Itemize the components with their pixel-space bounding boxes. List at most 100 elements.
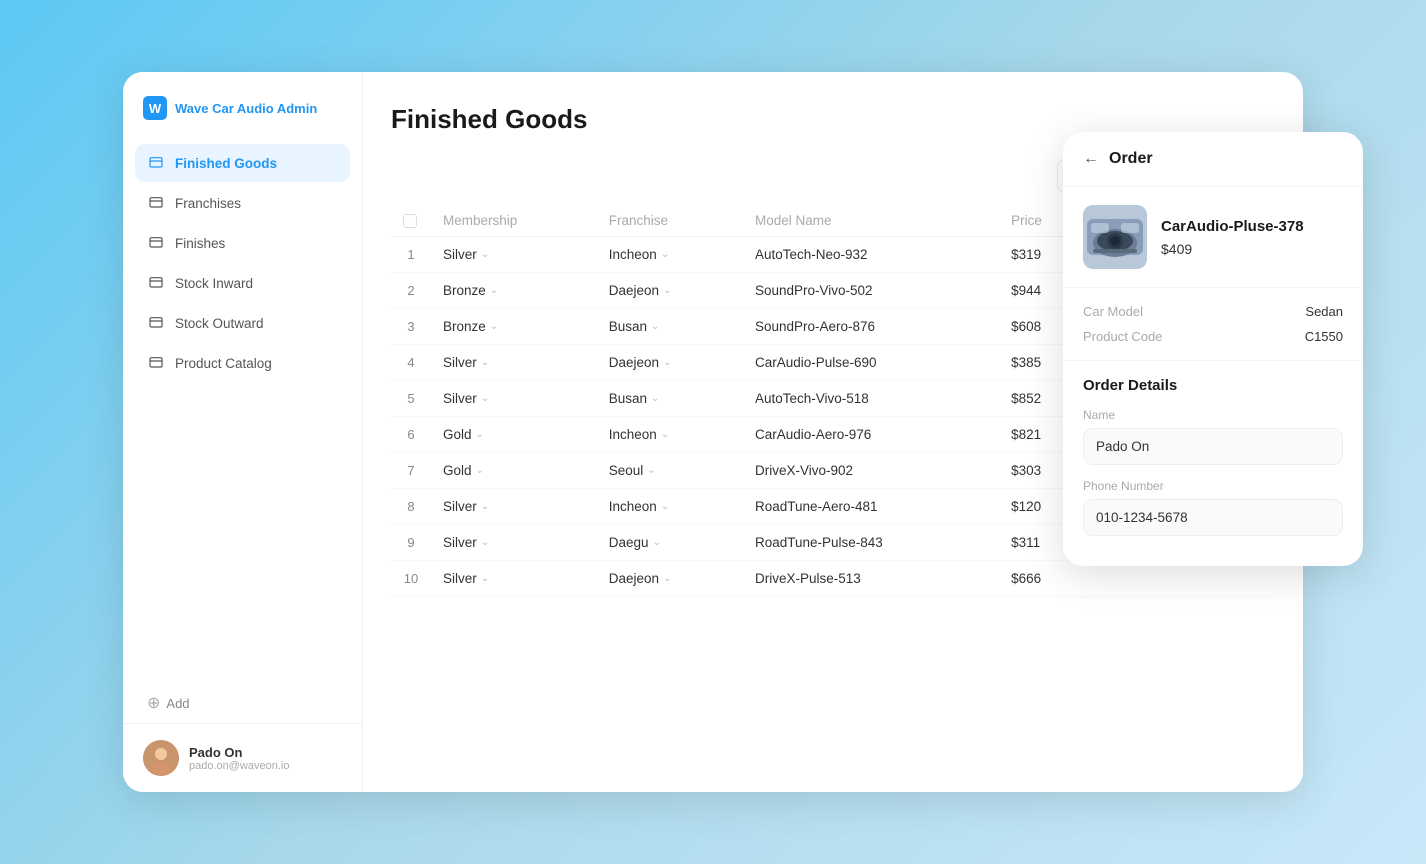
row-membership: Silver ⌄ — [431, 525, 597, 561]
row-num: 5 — [391, 381, 431, 417]
sidebar-item-finishes[interactable]: Finishes — [135, 224, 350, 262]
nav-items: Finished Goods Franchises Finishes — [123, 144, 362, 675]
row-franchise: Incheon ⌄ — [597, 417, 743, 453]
sidebar-item-label-product-catalog: Product Catalog — [175, 356, 272, 371]
sidebar-item-label-stock-outward: Stock Outward — [175, 316, 264, 331]
back-button[interactable]: ← — [1083, 150, 1099, 168]
car-model-row: Car Model Sedan — [1083, 304, 1343, 319]
row-franchise: Daejeon ⌄ — [597, 561, 743, 597]
row-franchise: Daejeon ⌄ — [597, 273, 743, 309]
sidebar-item-label-franchises: Franchises — [175, 196, 241, 211]
order-meta: Car Model Sedan Product Code C1550 — [1063, 288, 1363, 361]
franchise-chevron[interactable]: ⌄ — [663, 285, 671, 296]
sidebar-item-finished-goods[interactable]: Finished Goods — [135, 144, 350, 182]
membership-chevron[interactable]: ⌄ — [481, 537, 489, 548]
select-all-checkbox[interactable] — [403, 214, 417, 228]
product-thumbnail — [1083, 205, 1147, 269]
row-membership: Bronze ⌄ — [431, 309, 597, 345]
row-membership: Silver ⌄ — [431, 345, 597, 381]
membership-chevron[interactable]: ⌄ — [481, 357, 489, 368]
row-franchise: Seoul ⌄ — [597, 453, 743, 489]
row-num: 8 — [391, 489, 431, 525]
row-membership: Silver ⌄ — [431, 489, 597, 525]
membership-chevron[interactable]: ⌄ — [481, 573, 489, 584]
franchises-icon — [147, 194, 165, 212]
row-franchise: Incheon ⌄ — [597, 237, 743, 273]
col-franchise: Franchise — [597, 205, 743, 237]
finishes-icon — [147, 234, 165, 252]
row-franchise: Busan ⌄ — [597, 381, 743, 417]
membership-chevron[interactable]: ⌄ — [476, 429, 484, 440]
sidebar-item-label-stock-inward: Stock Inward — [175, 276, 253, 291]
product-catalog-icon — [147, 354, 165, 372]
stock-outward-icon — [147, 314, 165, 332]
brand-name: Wave Car Audio Admin — [175, 101, 317, 116]
row-model: RoadTune-Aero-481 — [743, 489, 999, 525]
row-membership: Gold ⌄ — [431, 417, 597, 453]
sidebar-item-label-finishes: Finishes — [175, 236, 225, 251]
row-model: RoadTune-Pulse-843 — [743, 525, 999, 561]
phone-input[interactable] — [1083, 499, 1343, 536]
car-model-label: Car Model — [1083, 304, 1143, 319]
brand-icon: W — [143, 96, 167, 120]
col-model: Model Name — [743, 205, 999, 237]
franchise-chevron[interactable]: ⌄ — [651, 393, 659, 404]
product-code-label: Product Code — [1083, 329, 1163, 344]
franchise-chevron[interactable]: ⌄ — [661, 249, 669, 260]
order-product: CarAudio-Pluse-378 $409 — [1063, 187, 1363, 288]
row-franchise: Incheon ⌄ — [597, 489, 743, 525]
row-price: $666 — [999, 561, 1091, 597]
row-franchise: Daegu ⌄ — [597, 525, 743, 561]
sidebar-item-stock-inward[interactable]: Stock Inward — [135, 264, 350, 302]
car-model-value: Sedan — [1305, 304, 1343, 319]
membership-chevron[interactable]: ⌄ — [481, 501, 489, 512]
membership-chevron[interactable]: ⌄ — [476, 465, 484, 476]
sidebar-footer: Pado On pado.on@waveon.io — [123, 723, 362, 792]
franchise-chevron[interactable]: ⌄ — [661, 501, 669, 512]
sidebar-item-franchises[interactable]: Franchises — [135, 184, 350, 222]
product-info: CarAudio-Pluse-378 $409 — [1161, 217, 1304, 257]
user-info: Pado On pado.on@waveon.io — [189, 745, 342, 772]
order-title: Order — [1109, 150, 1153, 168]
user-email: pado.on@waveon.io — [189, 760, 342, 772]
row-num: 9 — [391, 525, 431, 561]
col-membership: Membership — [431, 205, 597, 237]
row-model: AutoTech-Neo-932 — [743, 237, 999, 273]
name-input[interactable] — [1083, 428, 1343, 465]
row-membership: Silver ⌄ — [431, 561, 597, 597]
stock-inward-icon — [147, 274, 165, 292]
add-label: Add — [166, 696, 189, 711]
row-franchise: Daejeon ⌄ — [597, 345, 743, 381]
franchise-chevron[interactable]: ⌄ — [661, 429, 669, 440]
product-name: CarAudio-Pluse-378 — [1161, 217, 1304, 237]
phone-label: Phone Number — [1083, 479, 1343, 493]
membership-chevron[interactable]: ⌄ — [490, 321, 498, 332]
membership-chevron[interactable]: ⌄ — [481, 393, 489, 404]
franchise-chevron[interactable]: ⌄ — [653, 537, 661, 548]
row-model: CarAudio-Aero-976 — [743, 417, 999, 453]
sidebar-item-product-catalog[interactable]: Product Catalog — [135, 344, 350, 382]
row-num: 4 — [391, 345, 431, 381]
franchise-chevron[interactable]: ⌄ — [663, 573, 671, 584]
finished-goods-icon — [147, 154, 165, 172]
franchise-chevron[interactable]: ⌄ — [647, 465, 655, 476]
row-model: SoundPro-Vivo-502 — [743, 273, 999, 309]
row-membership: Gold ⌄ — [431, 453, 597, 489]
row-franchise: Busan ⌄ — [597, 309, 743, 345]
franchise-chevron[interactable]: ⌄ — [663, 357, 671, 368]
add-button[interactable]: ⊕ Add — [123, 683, 362, 723]
row-membership: Bronze ⌄ — [431, 273, 597, 309]
franchise-chevron[interactable]: ⌄ — [651, 321, 659, 332]
product-price: $409 — [1161, 241, 1304, 257]
row-model: SoundPro-Aero-876 — [743, 309, 999, 345]
order-panel: ← Order CarAudio-Pluse-378 — [1063, 132, 1363, 566]
details-title: Order Details — [1083, 377, 1343, 394]
sidebar-item-label-finished-goods: Finished Goods — [175, 156, 277, 171]
product-code-value: C1550 — [1305, 329, 1343, 344]
avatar — [143, 740, 179, 776]
membership-chevron[interactable]: ⌄ — [490, 285, 498, 296]
row-model: DriveX-Vivo-902 — [743, 453, 999, 489]
membership-chevron[interactable]: ⌄ — [481, 249, 489, 260]
sidebar-item-stock-outward[interactable]: Stock Outward — [135, 304, 350, 342]
row-membership: Silver ⌄ — [431, 237, 597, 273]
